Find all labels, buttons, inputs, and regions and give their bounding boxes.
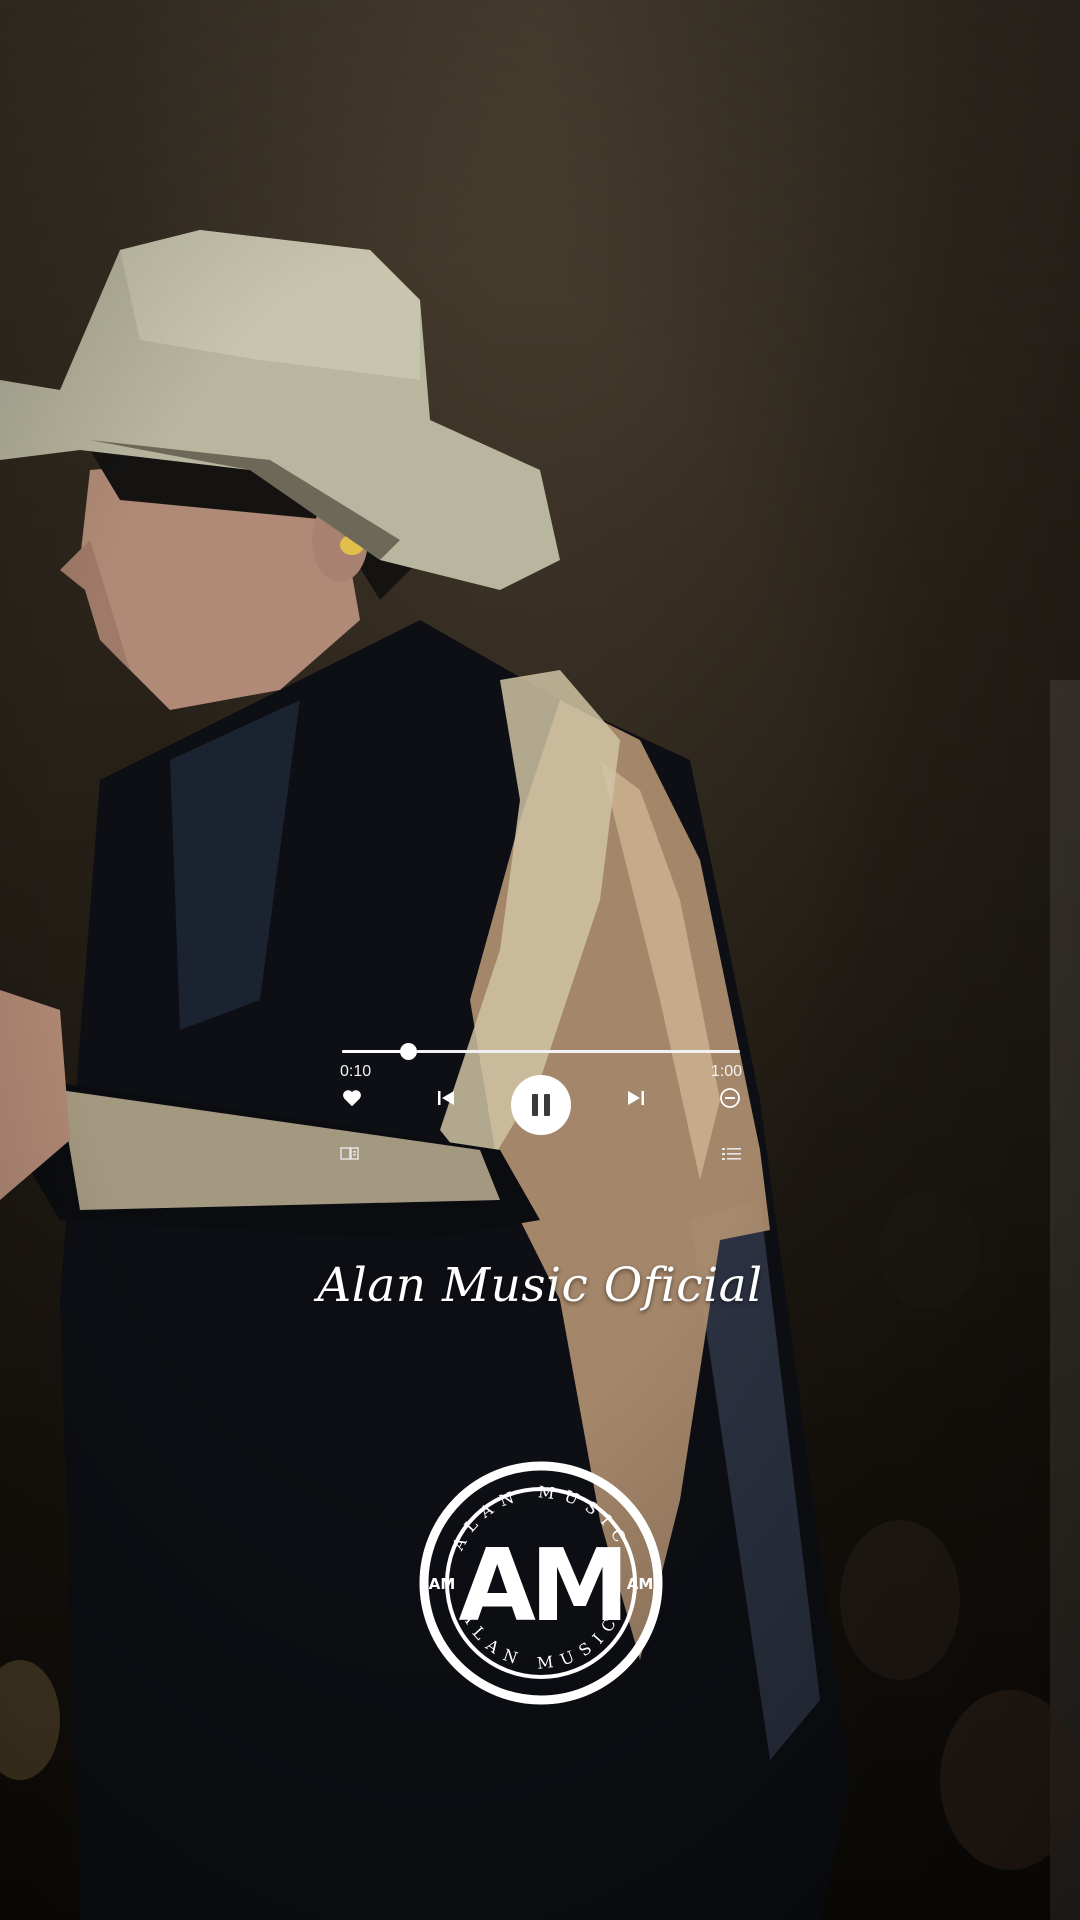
pause-icon <box>532 1094 538 1116</box>
channel-logo: ALAN MUSIC ALAN MUSIC AM AM AM <box>418 1460 664 1706</box>
playlist-icon <box>722 1148 741 1160</box>
seek-bar-fill <box>342 1050 409 1053</box>
remove-button[interactable] <box>718 1086 742 1110</box>
skip-previous-icon <box>438 1091 454 1105</box>
lyrics-button[interactable] <box>340 1146 360 1166</box>
queue-button[interactable] <box>722 1146 742 1166</box>
next-track-button[interactable] <box>624 1086 648 1110</box>
skip-next-icon <box>628 1091 644 1105</box>
total-time: 1:00 <box>710 1063 742 1080</box>
logo-side-mark-right: AM <box>627 1575 654 1593</box>
seek-bar-thumb[interactable] <box>400 1043 418 1060</box>
elapsed-time: 0:10 <box>340 1063 372 1080</box>
minus-circle-icon <box>720 1088 740 1108</box>
channel-signature: Alan Music Oficial <box>317 1258 763 1313</box>
previous-track-button[interactable] <box>434 1086 458 1110</box>
lyrics-icon <box>340 1147 359 1160</box>
music-player-widget: 0:10 1:00 <box>340 1035 742 1175</box>
logo-monogram: AM <box>459 1527 624 1644</box>
heart-icon <box>343 1090 361 1107</box>
pause-button[interactable] <box>511 1075 571 1135</box>
logo-side-mark-left: AM <box>429 1575 456 1593</box>
seek-bar[interactable] <box>342 1043 740 1060</box>
like-button[interactable] <box>340 1086 364 1110</box>
